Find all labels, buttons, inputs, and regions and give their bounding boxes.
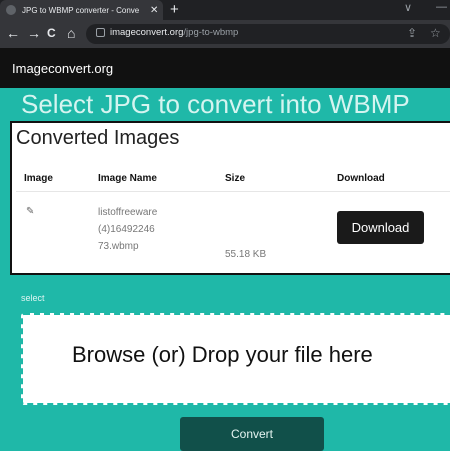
select-label: select <box>21 293 45 303</box>
download-button[interactable]: Download <box>337 211 424 244</box>
header-divider <box>16 191 450 192</box>
broken-image-icon: ✎ <box>26 206 35 217</box>
lock-icon[interactable] <box>96 28 105 37</box>
tab-search-chevron-icon[interactable]: ∨ <box>404 1 412 14</box>
convert-button[interactable]: Convert <box>180 417 324 451</box>
forward-arrow-icon[interactable]: → <box>27 23 41 43</box>
bookmark-star-icon[interactable]: ☆ <box>430 26 441 40</box>
share-icon[interactable]: ⇪ <box>407 26 417 40</box>
site-favicon-icon <box>6 5 16 15</box>
file-name-line: listoffreeware <box>98 207 158 218</box>
browser-tab[interactable]: JPG to WBMP converter - Conve ✕ <box>0 0 163 20</box>
home-icon[interactable]: ⌂ <box>67 23 75 43</box>
minimize-button[interactable]: — <box>436 1 447 13</box>
column-header-download: Download <box>337 173 385 184</box>
drop-zone-text[interactable]: Browse (or) Drop your file here <box>72 342 373 368</box>
file-name: listoffreeware (4)16492246 73.wbmp <box>98 204 208 255</box>
file-size: 55.18 KB <box>225 249 267 260</box>
tab-close-icon[interactable]: ✕ <box>150 5 158 16</box>
address-url[interactable]: imageconvert.org/jpg-to-wbmp <box>110 27 238 38</box>
page-title: Select JPG to convert into WBMP <box>21 89 410 119</box>
url-path: /jpg-to-wbmp <box>183 27 239 38</box>
file-name-line: (4)16492246 <box>98 224 155 235</box>
column-header-image: Image <box>24 173 53 184</box>
reload-icon[interactable]: C <box>47 23 56 43</box>
column-header-size: Size <box>225 173 246 184</box>
new-tab-button[interactable]: + <box>170 1 179 19</box>
url-domain: imageconvert.org <box>110 27 184 38</box>
file-name-line: 73.wbmp <box>98 241 139 252</box>
tab-title: JPG to WBMP converter - Conve <box>22 5 140 15</box>
converted-images-title: Converted Images <box>16 127 180 149</box>
site-logo[interactable]: Imageconvert.org <box>12 61 113 76</box>
column-header-image-name: Image Name <box>98 173 157 184</box>
back-arrow-icon[interactable]: ← <box>6 23 20 43</box>
